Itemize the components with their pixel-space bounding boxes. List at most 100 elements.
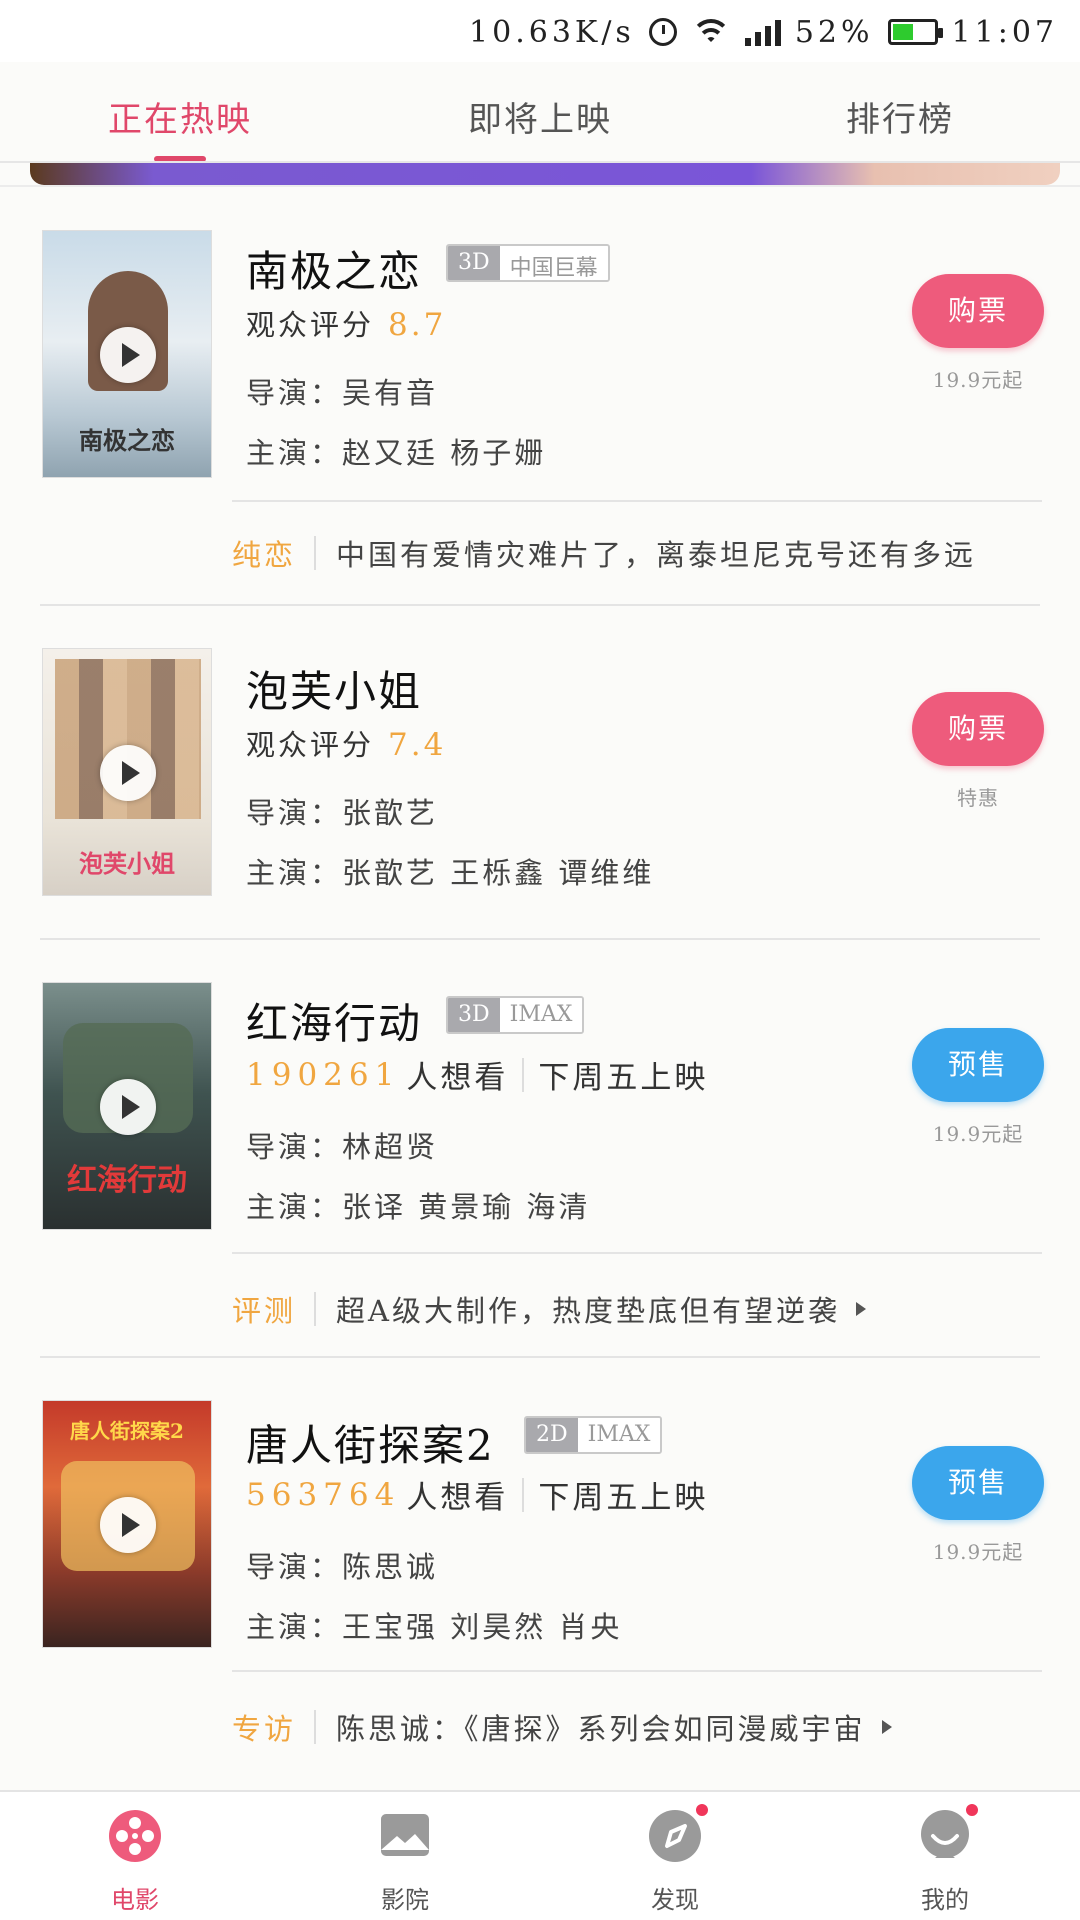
review-text: 超A级大制作，热度垫底但有望逆袭 <box>336 1294 840 1328</box>
buy-ticket-button[interactable]: 购票 <box>912 692 1044 766</box>
poster-title: 南极之恋 <box>79 426 175 455</box>
review-row[interactable]: 专访 陈思诚：《唐探》系列会如同漫威宇宙 <box>232 1706 1042 1748</box>
format-tag: 3D <box>448 246 500 280</box>
tab-now-showing[interactable]: 正在热映 <box>0 62 360 162</box>
divider <box>40 604 1040 606</box>
chevron-right-icon <box>881 1720 892 1734</box>
movie-title: 红海行动 <box>246 999 423 1048</box>
price-label: 19.9元起 <box>932 1122 1024 1146</box>
format-tag: IMAX <box>499 998 583 1032</box>
format-tag: IMAX <box>577 1418 661 1452</box>
presale-button[interactable]: 预售 <box>912 1028 1044 1102</box>
director: 导演：林超贤 <box>246 1130 439 1164</box>
price-label: 19.9元起 <box>932 1540 1024 1564</box>
separator <box>522 1477 525 1512</box>
wish-label: 人想看 <box>406 1480 509 1516</box>
review-row[interactable]: 评测 超A级大制作，热度垫底但有望逆袭 <box>232 1288 1042 1330</box>
audience-score: 观众评分 7.4 <box>246 722 446 764</box>
movie-poster[interactable]: 泡芙小姐 <box>42 648 212 896</box>
review-tag: 纯恋 <box>232 538 297 572</box>
score-value: 8.7 <box>388 307 447 343</box>
poster-title: 泡芙小姐 <box>79 849 175 878</box>
wish-count: 563764 <box>246 1476 401 1513</box>
separator <box>522 1057 525 1092</box>
battery-fill <box>892 24 914 40</box>
format-tags: 3D IMAX <box>446 996 585 1034</box>
movie-title: 泡芙小姐 <box>246 667 423 716</box>
buy-ticket-button[interactable]: 购票 <box>912 274 1044 348</box>
notification-dot <box>964 1802 980 1818</box>
battery-icon <box>887 19 943 45</box>
separator <box>314 1292 317 1326</box>
wish-count: 190261 <box>246 1056 401 1093</box>
review-row[interactable]: 纯恋 中国有爱情灾难片了，离泰坦尼克号还有多远 <box>232 532 1042 574</box>
wifi-icon <box>690 17 731 47</box>
review-text: 中国有爱情灾难片了，离泰坦尼克号还有多远 <box>336 538 977 572</box>
cinema-icon <box>381 1814 429 1856</box>
signal-icon <box>744 18 781 46</box>
play-icon[interactable] <box>100 745 156 801</box>
nav-profile[interactable]: 我的 <box>810 1792 1080 1920</box>
presale-button[interactable]: 预售 <box>912 1446 1044 1520</box>
poster-title: 唐人街探案2 <box>70 1419 184 1443</box>
divider <box>40 938 1040 940</box>
movie-title: 南极之恋 <box>246 247 423 296</box>
tab-ranking[interactable]: 排行榜 <box>720 62 1080 162</box>
banner-image[interactable] <box>30 163 1060 185</box>
nav-movies[interactable]: 电影 <box>0 1792 270 1920</box>
battery-percent: 52% <box>794 14 874 50</box>
format-tag: 中国巨幕 <box>499 246 608 280</box>
audience-score: 观众评分 8.7 <box>246 302 446 344</box>
nav-discover[interactable]: 发现 <box>540 1792 810 1920</box>
divider <box>0 185 1080 187</box>
divider <box>232 1252 1042 1254</box>
director: 导演：张歆艺 <box>246 796 439 830</box>
score-label: 观众评分 <box>246 728 375 762</box>
release-date: 下周五上映 <box>538 1480 709 1516</box>
wish-info: 563764 人想看 下周五上映 <box>246 1472 708 1517</box>
wish-label: 人想看 <box>406 1060 509 1096</box>
movie-poster[interactable]: 唐人街探案2 <box>42 1400 212 1648</box>
movie-poster[interactable]: 南极之恋 <box>42 230 212 478</box>
cast: 主演：张歆艺 王栎鑫 谭维维 <box>246 856 655 890</box>
cast: 主演：王宝强 刘昊然 肖央 <box>246 1610 623 1644</box>
top-tabs: 正在热映 即将上映 排行榜 <box>0 62 1080 162</box>
tab-coming-soon[interactable]: 即将上映 <box>360 62 720 162</box>
score-label: 观众评分 <box>246 308 375 342</box>
movie-poster[interactable]: 红海行动 <box>42 982 212 1230</box>
cast: 主演：张译 黄景瑜 海清 <box>246 1190 591 1224</box>
nav-cinemas[interactable]: 影院 <box>270 1792 540 1920</box>
price-label: 19.9元起 <box>932 368 1024 392</box>
alarm-icon <box>648 18 677 46</box>
wish-info: 190261 人想看 下周五上映 <box>246 1052 708 1097</box>
status-bar: 10.63K/s 52% 11:07 <box>0 0 1080 62</box>
nav-label: 我的 <box>921 1886 969 1914</box>
nav-label: 电影 <box>111 1886 159 1914</box>
review-text: 陈思诚：《唐探》系列会如同漫威宇宙 <box>336 1712 866 1746</box>
movie-title: 唐人街探案2 <box>246 1421 495 1470</box>
chevron-right-icon <box>855 1302 866 1316</box>
divider <box>40 1356 1040 1358</box>
cast: 主演：赵又廷 杨子姗 <box>246 436 547 470</box>
film-reel-icon <box>109 1810 161 1862</box>
poster-title: 红海行动 <box>67 1163 187 1198</box>
review-tag: 专访 <box>232 1712 297 1746</box>
separator <box>314 536 317 570</box>
network-speed: 10.63K/s <box>469 14 635 50</box>
format-tags: 2D IMAX <box>524 1416 663 1454</box>
separator <box>314 1710 317 1744</box>
nav-label: 发现 <box>651 1886 699 1914</box>
clock: 11:07 <box>951 14 1058 50</box>
divider <box>232 1670 1042 1672</box>
play-icon[interactable] <box>100 1079 156 1135</box>
format-tag: 3D <box>448 998 500 1032</box>
review-tag: 评测 <box>232 1294 297 1328</box>
format-tag: 2D <box>526 1418 578 1452</box>
bottom-nav: 电影 影院 发现 我的 <box>0 1790 1080 1920</box>
play-icon[interactable] <box>100 1497 156 1553</box>
play-icon[interactable] <box>100 327 156 383</box>
release-date: 下周五上映 <box>538 1060 709 1096</box>
price-label: 特惠 <box>957 786 999 810</box>
nav-label: 影院 <box>381 1886 429 1914</box>
divider <box>232 500 1042 502</box>
